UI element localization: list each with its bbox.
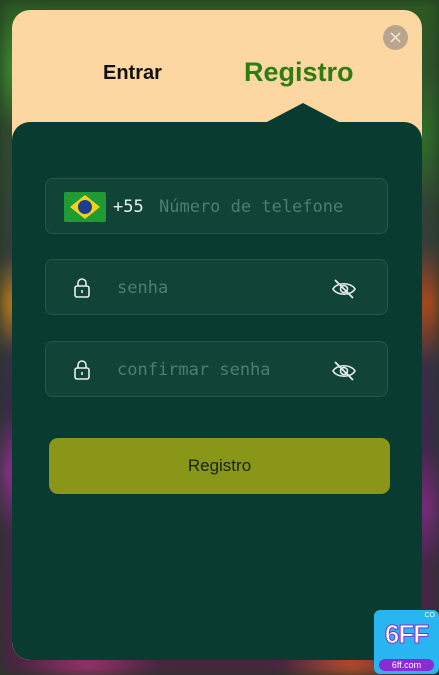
brand-logo[interactable]: CO 6FF 6ff.com [374,610,439,674]
eye-off-icon[interactable] [331,278,357,300]
logo-text: 6FF [384,619,429,650]
register-submit-button[interactable]: Registro [49,438,390,494]
password-field [45,259,388,315]
tab-login[interactable]: Entrar [103,62,162,85]
logo-url: 6ff.com [379,659,434,671]
confirm-password-input[interactable] [117,359,317,381]
register-form-panel: +55 Número de telefone Registro [12,122,422,660]
confirm-password-field [45,341,388,397]
phone-field: +55 [45,178,388,234]
close-icon[interactable]: × [383,25,408,50]
lock-icon [74,360,90,380]
eye-off-icon[interactable] [331,360,357,382]
active-tab-indicator [265,103,341,123]
tab-register[interactable]: Registro [244,57,354,88]
brazil-flag-icon[interactable] [64,192,106,222]
country-code: +55 [113,197,144,217]
register-modal: × Entrar Registro +55 Número de telefone… [12,10,422,660]
password-input[interactable] [117,277,317,299]
lock-icon [74,278,90,298]
logo-badge: CO [424,612,436,619]
phone-input[interactable] [159,196,381,218]
